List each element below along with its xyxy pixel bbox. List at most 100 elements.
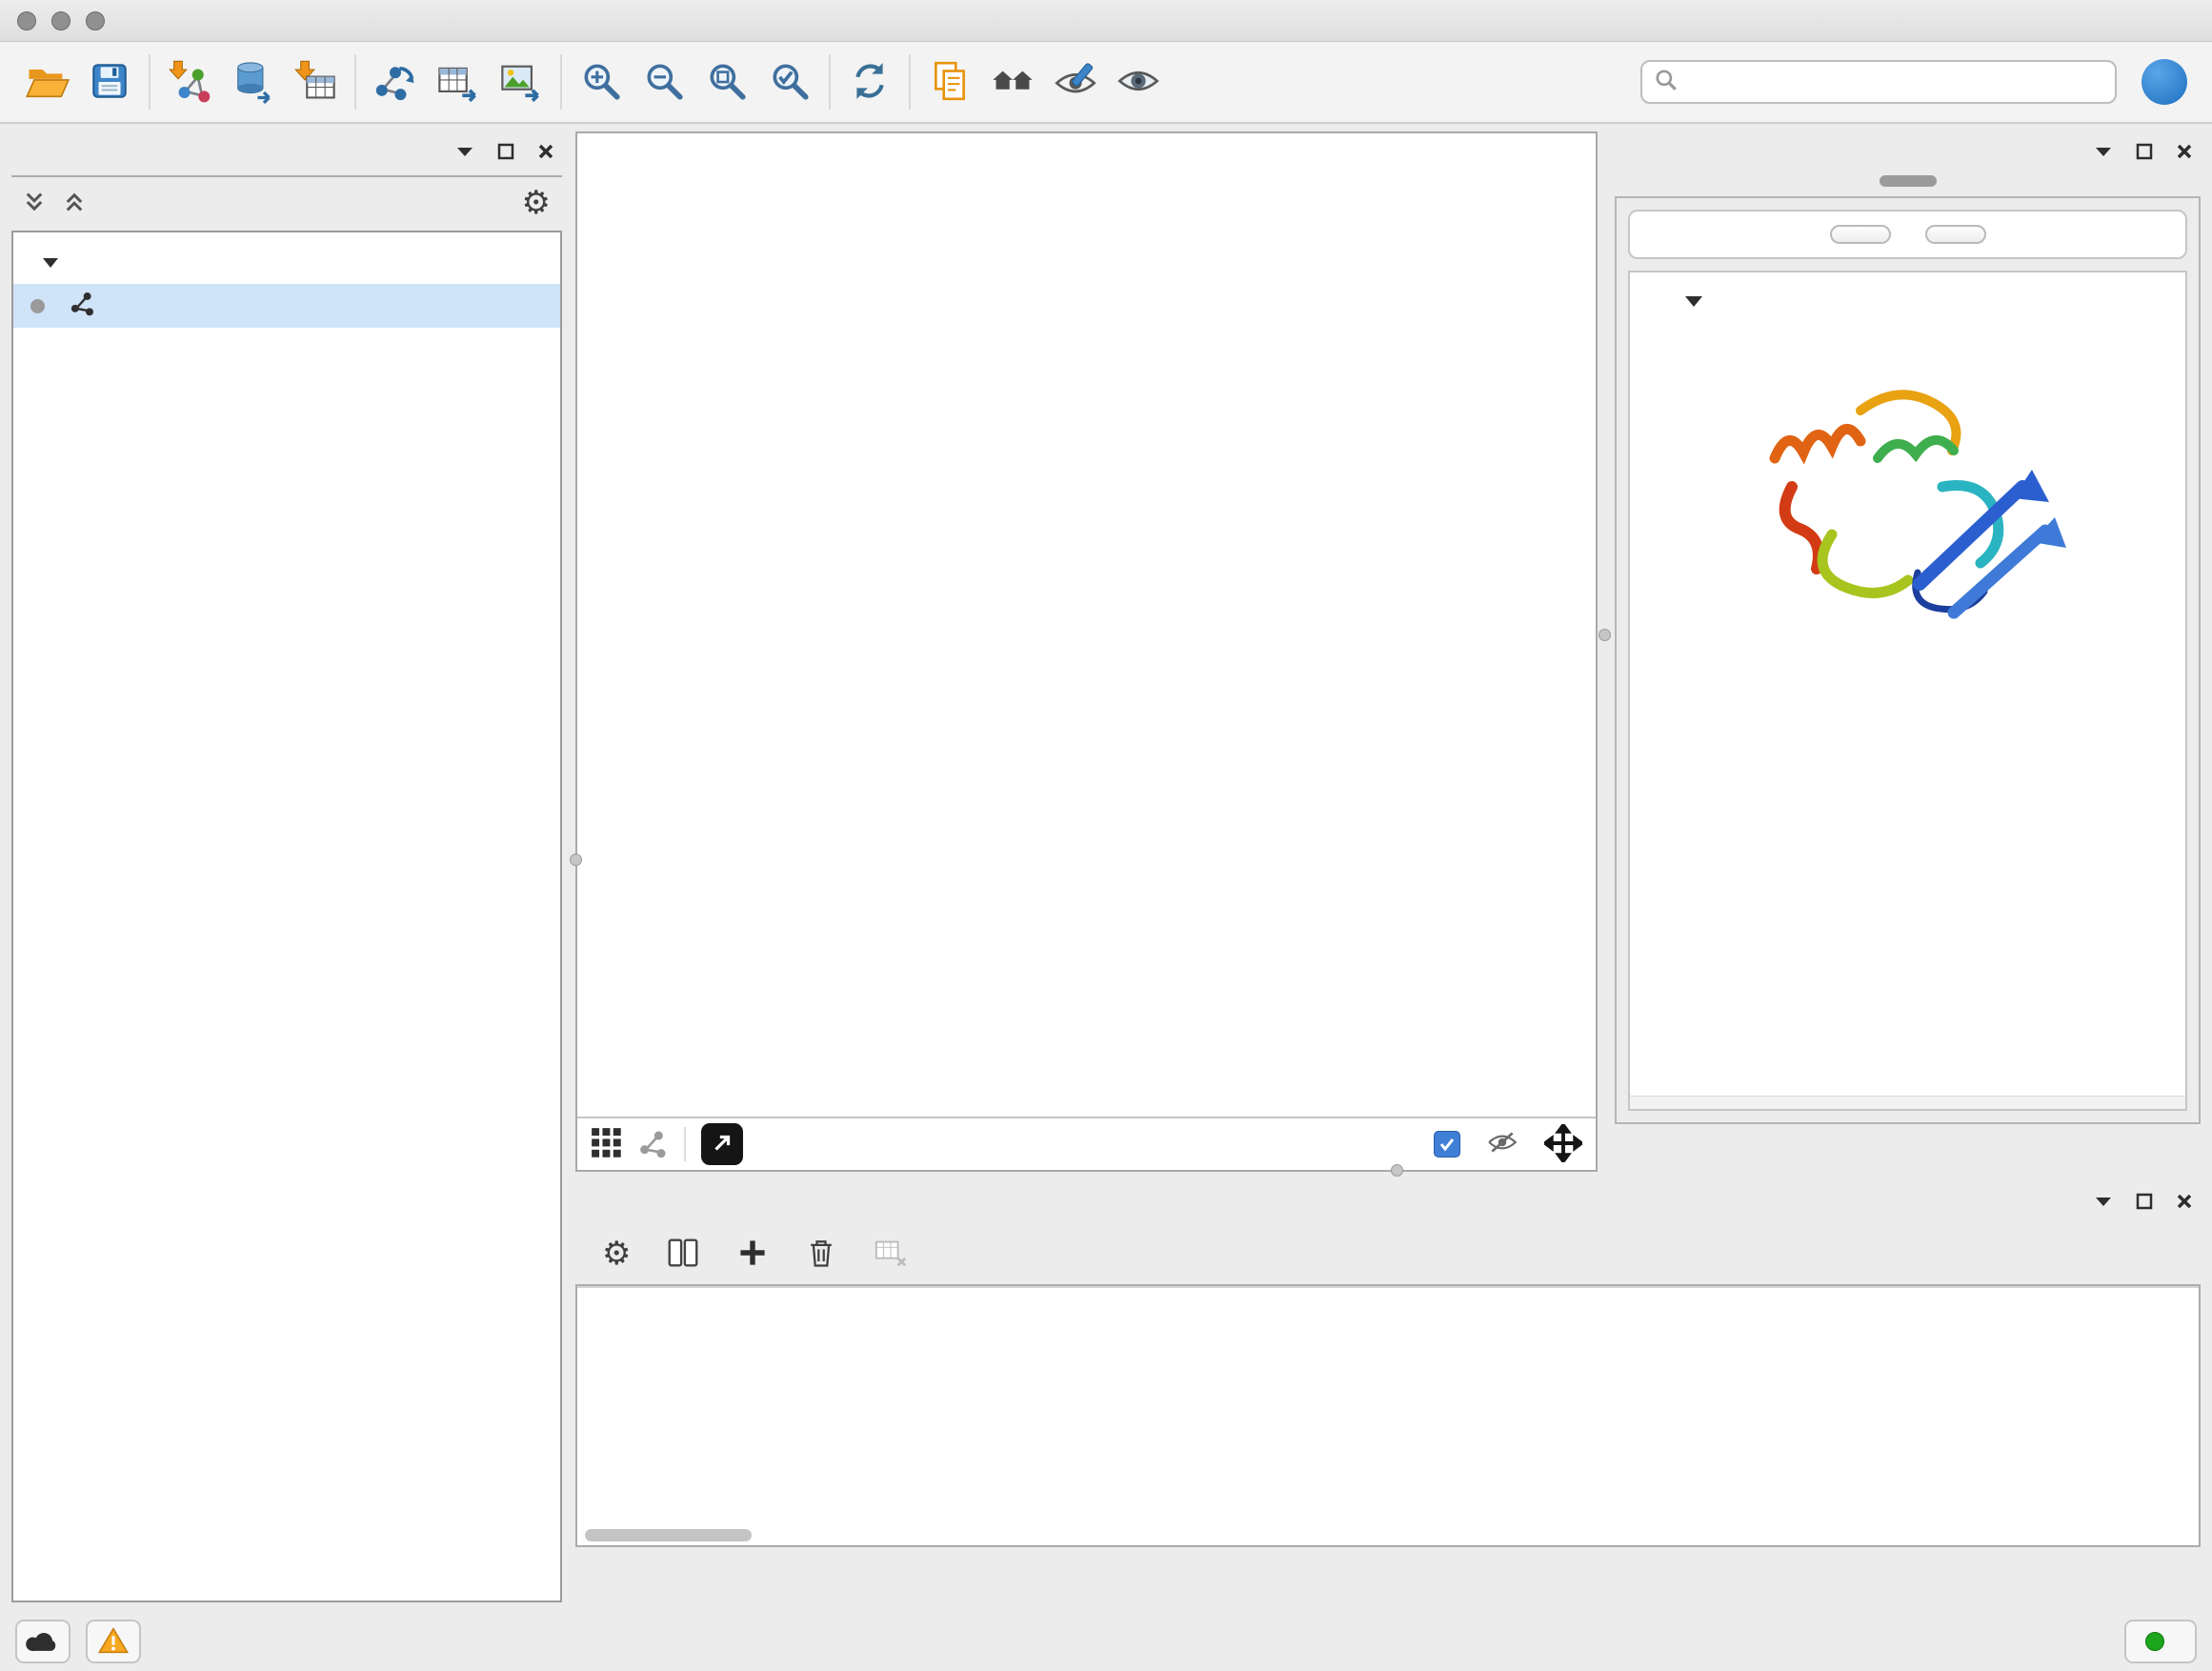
- network-arrows-icon: [372, 58, 418, 107]
- zoom-in-icon: [579, 59, 623, 106]
- search-input[interactable]: [1686, 69, 2103, 95]
- expand-all-results-button[interactable]: [1830, 225, 1891, 244]
- table-delete-icon: [873, 1235, 909, 1274]
- open-in-new-button[interactable]: [701, 1123, 743, 1165]
- splitter-handle-bottom[interactable]: [1391, 1164, 1403, 1177]
- splitter-handle-right[interactable]: [1599, 629, 1611, 641]
- expander-icon[interactable]: [1683, 293, 1704, 313]
- triangle-down-icon: [455, 145, 474, 161]
- refresh-layout-button[interactable]: [838, 50, 901, 113]
- export-table-button[interactable]: [427, 50, 490, 113]
- float-menu-button[interactable]: [455, 145, 474, 161]
- show-graphics-button[interactable]: [1107, 50, 1170, 113]
- network-tree: [11, 231, 562, 1602]
- show-columns-button[interactable]: [665, 1235, 701, 1274]
- float-panel-button[interactable]: [2136, 143, 2153, 163]
- delete-column-button[interactable]: [804, 1236, 838, 1273]
- import-table-icon: [292, 58, 338, 107]
- results-panel-header: [1615, 131, 2201, 173]
- cloud-icon: [24, 1627, 62, 1657]
- import-table-file-button[interactable]: [284, 50, 347, 113]
- delete-table-button: [873, 1235, 909, 1274]
- results-buttons-row: [1628, 210, 2187, 259]
- columns-icon: [665, 1235, 701, 1274]
- import-network-database-button[interactable]: [221, 50, 284, 113]
- import-network-file-button[interactable]: [158, 50, 221, 113]
- clone-network-button[interactable]: [364, 50, 427, 113]
- gene-section-header[interactable]: [1630, 272, 2185, 325]
- memory-button[interactable]: [2124, 1620, 2197, 1663]
- tab-string[interactable]: [1880, 175, 1937, 187]
- expand-all-button[interactable]: [63, 191, 86, 216]
- copy-document-icon: [928, 59, 972, 106]
- save-session-button[interactable]: [78, 50, 141, 113]
- houses-icon: [990, 58, 1036, 107]
- control-panel-toolbar: ⚙: [11, 177, 562, 229]
- hscroll-thumb[interactable]: [585, 1529, 752, 1541]
- expander-icon[interactable]: [42, 249, 59, 276]
- close-panel-button[interactable]: [2176, 1193, 2193, 1213]
- close-window-button[interactable]: [17, 11, 36, 30]
- zoom-in-button[interactable]: [570, 50, 633, 113]
- network-view: [575, 131, 1598, 1172]
- zoom-fit-button[interactable]: [695, 50, 758, 113]
- float-panel-button[interactable]: [2136, 1193, 2153, 1213]
- cloud-button[interactable]: [15, 1620, 70, 1663]
- protein-structure-image: [1718, 344, 2099, 658]
- warnings-button[interactable]: [86, 1620, 141, 1663]
- gear-icon[interactable]: ⚙: [522, 187, 551, 219]
- collapse-all-results-button[interactable]: [1925, 225, 1986, 244]
- control-panel: ⚙: [11, 131, 562, 1602]
- toolbar-separator: [909, 54, 911, 110]
- pan-mode-button[interactable]: [1544, 1124, 1582, 1165]
- grid-view-button[interactable]: [591, 1127, 623, 1162]
- float-menu-button[interactable]: [2094, 145, 2113, 161]
- minimize-window-button[interactable]: [51, 11, 70, 30]
- collapse-all-button[interactable]: [23, 191, 46, 216]
- float-menu-button[interactable]: [2094, 1195, 2113, 1211]
- triangle-down-icon: [2094, 145, 2113, 161]
- double-chevron-down-icon: [23, 191, 46, 216]
- table-hscrollbar: [577, 1524, 2199, 1545]
- table-panel-header: [575, 1181, 2201, 1223]
- control-panel-header: [11, 131, 562, 173]
- memory-status-dot: [2145, 1632, 2164, 1651]
- tree-row-collection[interactable]: [13, 240, 560, 284]
- help-button[interactable]: [2142, 59, 2187, 105]
- close-icon: [537, 143, 554, 163]
- float-panel-button[interactable]: [497, 143, 514, 163]
- network-svg: [577, 133, 1596, 1117]
- hide-panels-button[interactable]: [1044, 50, 1107, 113]
- status-bar: [0, 1612, 2212, 1671]
- selected-checkbox[interactable]: [1434, 1131, 1460, 1158]
- close-panel-button[interactable]: [2176, 143, 2193, 163]
- zoom-selected-button[interactable]: [758, 50, 821, 113]
- export-image-button[interactable]: [490, 50, 553, 113]
- table-settings-gear-icon[interactable]: ⚙: [602, 1238, 631, 1270]
- main-area: ⚙: [0, 124, 2212, 1612]
- float-window-icon: [2136, 1193, 2153, 1213]
- zoom-out-button[interactable]: [633, 50, 695, 113]
- add-column-button[interactable]: [735, 1236, 770, 1273]
- network-status-bar: [577, 1117, 1596, 1170]
- eye-slash-icon: [1487, 1130, 1518, 1159]
- network-icon: [70, 290, 96, 323]
- eye-pencil-icon: [1053, 58, 1098, 107]
- maximize-window-button[interactable]: [86, 11, 105, 30]
- app-window: ⚙: [0, 0, 2212, 1671]
- open-folder-icon: [24, 58, 70, 107]
- network-canvas[interactable]: [577, 133, 1596, 1117]
- results-scrollbar[interactable]: [1630, 1096, 2185, 1109]
- network-overview-button[interactable]: [981, 50, 1044, 113]
- zoom-out-icon: [642, 59, 686, 106]
- birdseye-view-button[interactable]: [638, 1128, 669, 1161]
- warning-icon: [97, 1625, 130, 1659]
- tree-row-network[interactable]: [13, 284, 560, 328]
- move-crosshair-icon: [1544, 1124, 1582, 1165]
- plus-icon: [735, 1236, 770, 1273]
- titlebar: [0, 0, 2212, 42]
- copy-document-button[interactable]: [918, 50, 981, 113]
- close-panel-button[interactable]: [537, 143, 554, 163]
- splitter-handle-left[interactable]: [570, 854, 582, 866]
- open-session-button[interactable]: [15, 50, 78, 113]
